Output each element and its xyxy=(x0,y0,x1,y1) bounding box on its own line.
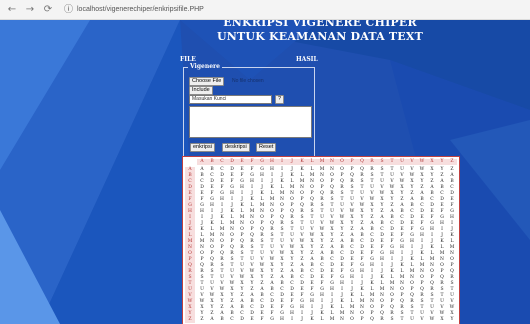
reload-icon[interactable]: ⟳ xyxy=(42,4,54,16)
browser-toolbar: ← → ⟳ ⓘ localhost/vigenerechiper/enkrips… xyxy=(0,0,530,20)
table-cell: I xyxy=(291,317,293,322)
table-cell: T xyxy=(400,317,404,322)
enkripsi-button[interactable]: enkripsi xyxy=(190,143,215,152)
table-cell: W xyxy=(429,317,435,322)
table-header-cell: R xyxy=(367,159,377,165)
vigenere-fieldset: Vigenere Choose File No file chosen Incl… xyxy=(183,63,315,159)
title-line-1: ENKRIPSI VIGENERE CHIPER xyxy=(223,20,417,29)
fieldset-legend: Vigenere xyxy=(188,63,222,71)
table-header-cell: P xyxy=(347,159,357,165)
table-header-cell: T xyxy=(387,159,397,165)
page-body: ENKRIPSI VIGENERE CHIPER UNTUK KEAMANAN … xyxy=(0,20,530,324)
table-cell: U xyxy=(410,317,414,322)
table-cell: Q xyxy=(370,317,374,322)
deskripsi-button[interactable]: deskripsi xyxy=(222,143,250,152)
key-input[interactable]: Masukan Kunci xyxy=(189,95,272,104)
table-header-cell: X xyxy=(427,159,437,165)
table-header-cell: Z xyxy=(447,159,457,165)
table-cell: C xyxy=(230,317,234,322)
table-header-cell: D xyxy=(227,159,237,165)
table-cell: R xyxy=(380,317,384,322)
table-cell: H xyxy=(280,317,284,322)
table-cell: S xyxy=(390,317,394,322)
text-area[interactable] xyxy=(189,106,312,138)
file-label: FILE xyxy=(180,56,196,63)
table-cell: X xyxy=(440,317,444,322)
table-header-cell: G xyxy=(257,159,267,165)
table-cell: G xyxy=(270,317,274,322)
title-line-2: UNTUK KEAMANAN DATA TEXT xyxy=(217,30,423,43)
table-cell: J xyxy=(301,317,303,322)
forward-arrow-icon[interactable]: → xyxy=(24,4,36,16)
table-header-cell: A xyxy=(197,159,207,165)
reset-button[interactable]: Reset xyxy=(256,143,277,152)
table-cell: D xyxy=(240,317,244,322)
table-header-cell: H xyxy=(267,159,277,165)
table-header-cell: M xyxy=(317,159,327,165)
address-bar[interactable]: localhost/vigenerechiper/enkripsifile.PH… xyxy=(77,6,204,13)
table-cell: O xyxy=(350,317,354,322)
table-header-cell: O xyxy=(337,159,347,165)
table-cell: P xyxy=(360,317,364,322)
table-header-cell: Q xyxy=(357,159,367,165)
table-cell: Z xyxy=(200,317,204,322)
table-header-cell: I xyxy=(277,159,287,165)
vigenere-table: ABCDEFGHIJKLMNOPQRSTUVWXYZAABCDEFGHIJKLM… xyxy=(182,156,460,324)
hasil-label: HASIL xyxy=(296,56,318,63)
table-header-cell: W xyxy=(417,159,427,165)
table-header-cell: U xyxy=(397,159,407,165)
back-arrow-icon[interactable]: ← xyxy=(6,4,18,16)
include-button[interactable]: Include xyxy=(189,86,213,95)
table-cell: Y xyxy=(450,317,454,322)
table-cell: L xyxy=(320,317,324,322)
table-header-cell: K xyxy=(297,159,307,165)
table-cell: V xyxy=(420,317,424,322)
table-header-cell: J xyxy=(287,159,297,165)
table-cell: A xyxy=(210,317,214,322)
page-title: ENKRIPSI VIGENERE CHIPER UNTUK KEAMANAN … xyxy=(200,20,440,44)
key-help-button[interactable]: ? xyxy=(275,95,285,104)
table-header-cell: C xyxy=(217,159,227,165)
no-file-text: No file chosen xyxy=(232,78,264,84)
table-header-cell: F xyxy=(247,159,257,165)
table-header-cell: S xyxy=(377,159,387,165)
table-header-cell: N xyxy=(327,159,337,165)
table-cell: E xyxy=(250,317,254,322)
table-header-cell: E xyxy=(237,159,247,165)
table-cell: F xyxy=(260,317,264,322)
table-cell: N xyxy=(340,317,344,322)
table-header-cell: L xyxy=(307,159,317,165)
table-header-cell: Y xyxy=(437,159,447,165)
table-cell: B xyxy=(220,317,224,322)
info-icon[interactable]: ⓘ xyxy=(64,5,74,15)
table-cell: M xyxy=(329,317,335,322)
table-cell: K xyxy=(310,317,314,322)
table-header-cell: B xyxy=(207,159,217,165)
table-header-cell: V xyxy=(407,159,417,165)
choose-file-button[interactable]: Choose File xyxy=(189,77,225,86)
table-row-header: Z xyxy=(185,317,195,323)
